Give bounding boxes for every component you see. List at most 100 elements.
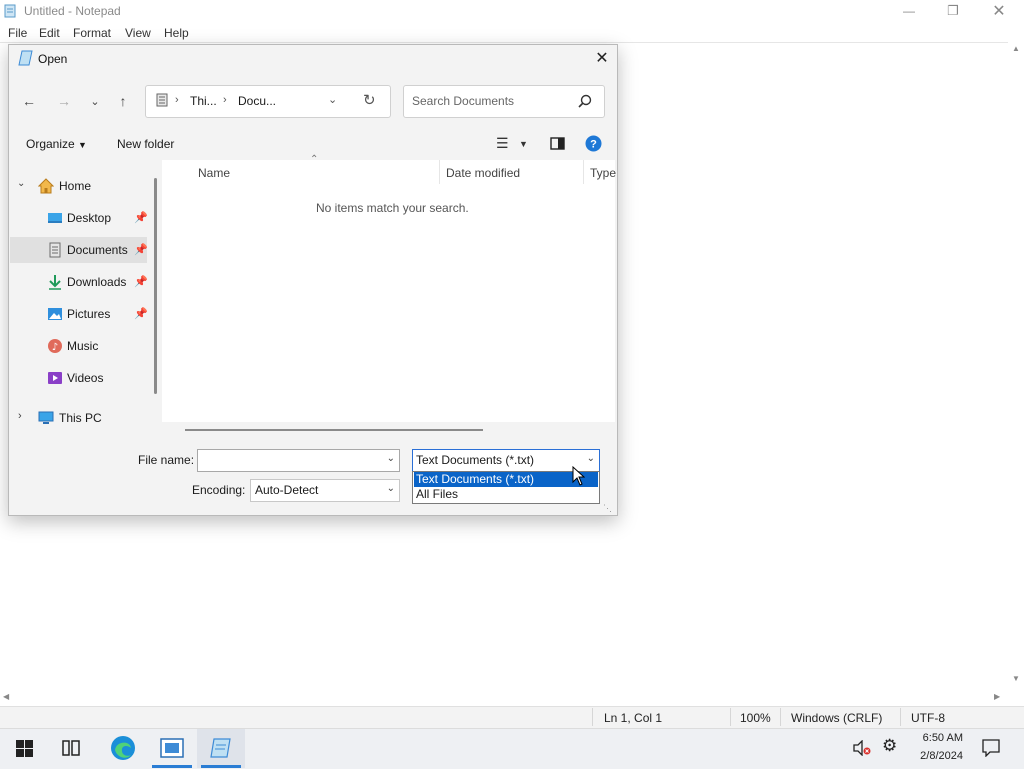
- breadcrumb-this-pc[interactable]: Thi...: [190, 94, 217, 108]
- pin-icon: 📌: [134, 308, 148, 320]
- column-header-type[interactable]: Type: [590, 166, 616, 180]
- window-title: Untitled - Notepad: [24, 4, 121, 18]
- search-icon[interactable]: [578, 94, 592, 108]
- status-zoom: 100%: [740, 711, 771, 725]
- forward-button[interactable]: →: [53, 90, 75, 112]
- sort-ascending-icon: ⌃: [310, 154, 319, 165]
- volume-muted-icon[interactable]: [853, 740, 871, 756]
- nav-label: This PC: [59, 411, 102, 425]
- organize-button[interactable]: Organize ▼: [26, 137, 87, 151]
- up-button[interactable]: ↑: [112, 90, 134, 112]
- menu-edit[interactable]: Edit: [39, 26, 60, 40]
- column-header-date-modified[interactable]: Date modified: [446, 166, 520, 180]
- status-encoding: UTF-8: [911, 711, 945, 725]
- nav-label: Pictures: [67, 307, 111, 321]
- notepad-taskbar-icon: [210, 738, 231, 758]
- vertical-scrollbar[interactable]: ▲ ▼: [1008, 42, 1024, 690]
- horizontal-scrollbar[interactable]: ◀ ▶: [0, 690, 1024, 706]
- task-view-icon[interactable]: [62, 740, 80, 756]
- caret-down-icon: ▼: [78, 140, 87, 150]
- search-box[interactable]: Search Documents: [403, 85, 605, 118]
- scroll-left-icon[interactable]: ◀: [3, 692, 9, 701]
- resize-grip-icon[interactable]: ⋱: [603, 503, 612, 514]
- svg-text:♪: ♪: [52, 342, 58, 353]
- empty-list-message: No items match your search.: [316, 201, 469, 215]
- minimize-button[interactable]: —: [886, 0, 932, 22]
- nav-item-downloads[interactable]: Downloads 📌: [10, 269, 148, 295]
- recent-locations-button[interactable]: ⌄: [84, 90, 106, 112]
- view-options-caret-icon[interactable]: ▼: [519, 139, 528, 149]
- encoding-combobox[interactable]: Auto-Detect ⌄: [250, 479, 400, 502]
- nav-item-this-pc[interactable]: › This PC: [10, 405, 147, 431]
- column-divider[interactable]: [439, 160, 440, 184]
- desktop-icon: [48, 213, 62, 223]
- file-name-combobox[interactable]: ⌄: [197, 449, 400, 472]
- nav-item-pictures[interactable]: Pictures 📌: [10, 301, 148, 327]
- help-icon[interactable]: ?: [585, 135, 602, 152]
- refresh-icon[interactable]: ↻: [363, 91, 376, 109]
- nav-item-home[interactable]: ⌄ Home: [10, 173, 147, 199]
- preview-pane-icon[interactable]: [550, 137, 565, 150]
- status-divider: [730, 708, 731, 726]
- clock-time[interactable]: 6:50 AM: [917, 732, 963, 744]
- navigation-pane-scrollbar[interactable]: [154, 178, 157, 394]
- chevron-down-icon: ⌄: [586, 453, 595, 464]
- nav-item-documents[interactable]: Documents 📌: [10, 237, 148, 263]
- menu-help[interactable]: Help: [164, 26, 189, 40]
- dialog-close-button[interactable]: ✕: [588, 46, 616, 70]
- breadcrumb-chevron-icon: ›: [175, 94, 179, 106]
- menu-view[interactable]: View: [125, 26, 151, 40]
- notifications-icon[interactable]: [982, 739, 1000, 757]
- start-windows-icon[interactable]: [16, 740, 33, 757]
- nav-label: Videos: [67, 371, 104, 385]
- nav-item-music[interactable]: ♪ Music: [10, 333, 147, 359]
- edge-browser-icon[interactable]: [110, 735, 136, 761]
- file-list[interactable]: [162, 160, 615, 422]
- scroll-up-icon[interactable]: ▲: [1012, 44, 1020, 53]
- nav-label: Music: [67, 339, 99, 353]
- back-button[interactable]: ←: [18, 90, 40, 112]
- column-divider[interactable]: [583, 160, 584, 184]
- scroll-right-icon[interactable]: ▶: [994, 692, 1000, 701]
- file-name-label: File name:: [138, 453, 195, 467]
- file-list-scroll-thumb[interactable]: [185, 429, 483, 431]
- chevron-down-icon[interactable]: ⌄: [17, 178, 25, 189]
- encoding-label: Encoding:: [192, 483, 246, 497]
- nav-label: Downloads: [67, 275, 127, 289]
- close-window-button[interactable]: ✕: [976, 0, 1022, 22]
- clock-date[interactable]: 2/8/2024: [913, 750, 963, 762]
- file-explorer-icon[interactable]: [160, 737, 184, 759]
- pictures-icon: [48, 308, 62, 320]
- dialog-title: Open: [38, 52, 68, 66]
- settings-gear-icon[interactable]: ⚙: [882, 736, 897, 756]
- nav-label: Documents: [67, 243, 128, 257]
- search-placeholder: Search Documents: [412, 94, 515, 108]
- address-history-chevron-icon[interactable]: ⌄: [328, 93, 337, 106]
- nav-item-videos[interactable]: Videos: [10, 365, 147, 391]
- svg-text:?: ?: [590, 139, 597, 151]
- minimize-icon: —: [903, 4, 915, 18]
- maximize-button[interactable]: ❐: [930, 0, 976, 22]
- arrow-left-icon: ←: [22, 93, 36, 109]
- file-type-option-all[interactable]: All Files: [414, 487, 598, 502]
- encoding-value: Auto-Detect: [255, 483, 319, 497]
- view-options-icon[interactable]: ☰: [496, 135, 509, 152]
- music-icon: ♪: [48, 339, 62, 353]
- close-icon: ✕: [595, 50, 609, 67]
- column-header-name[interactable]: Name: [198, 166, 230, 180]
- breadcrumb-documents[interactable]: Docu...: [238, 94, 276, 108]
- nav-label: Desktop: [67, 211, 112, 225]
- chevron-down-icon[interactable]: ⌄: [387, 453, 395, 464]
- file-type-option-txt[interactable]: Text Documents (*.txt): [414, 472, 598, 487]
- menu-file[interactable]: File: [8, 26, 27, 40]
- scroll-down-icon[interactable]: ▼: [1012, 674, 1020, 683]
- nav-item-desktop[interactable]: Desktop 📌: [10, 205, 148, 231]
- close-icon: ✕: [992, 3, 1006, 20]
- home-icon: [38, 178, 54, 194]
- menu-format[interactable]: Format: [73, 26, 111, 40]
- dialog-notepad-icon: [18, 50, 33, 66]
- chevron-right-icon[interactable]: ›: [18, 410, 22, 422]
- new-folder-button[interactable]: New folder: [117, 137, 174, 151]
- videos-icon: [48, 372, 62, 384]
- status-position: Ln 1, Col 1: [604, 711, 663, 725]
